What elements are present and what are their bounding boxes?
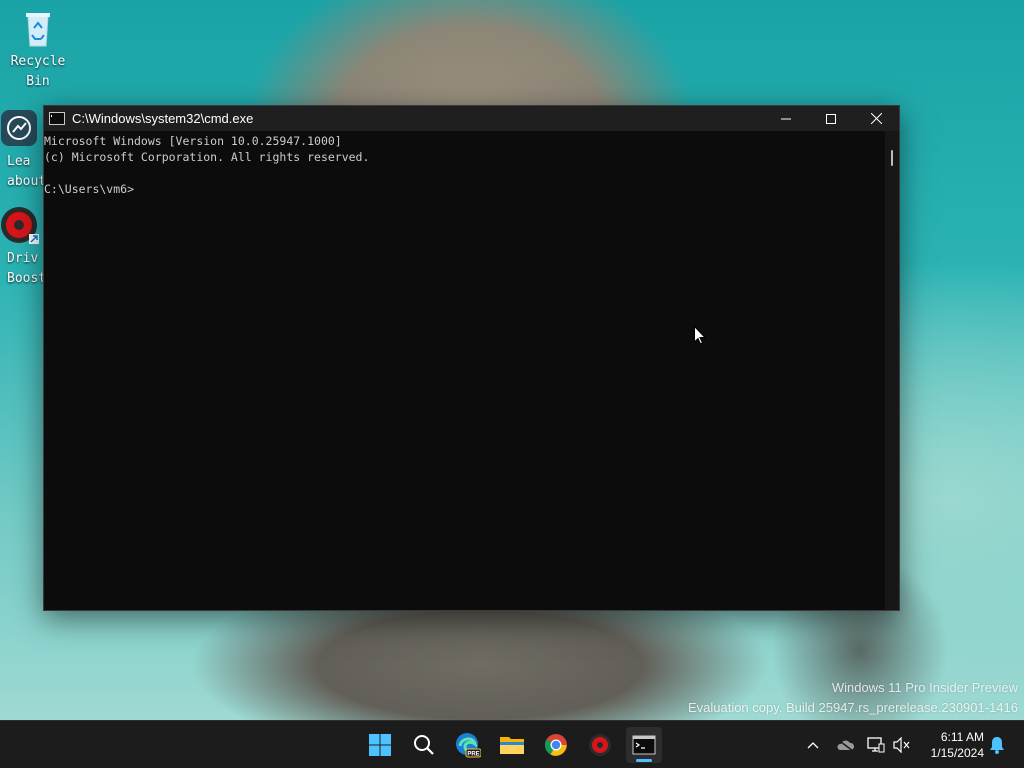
maximize-icon — [826, 113, 836, 124]
edge-pre-icon: PRE — [456, 733, 481, 758]
desktop-icon-recycle-bin[interactable]: Recycle Bin — [0, 8, 76, 92]
taskbar-chrome[interactable] — [538, 727, 574, 763]
close-button[interactable] — [853, 106, 899, 131]
taskbar-command-prompt[interactable] — [626, 727, 662, 763]
mouse-cursor-icon — [694, 325, 707, 350]
volume-tray-button[interactable] — [890, 733, 914, 757]
minimize-icon — [781, 118, 791, 119]
clock[interactable]: 6:11 AM 1/15/2024 — [931, 729, 984, 761]
scrollbar-thumb[interactable] — [891, 150, 893, 166]
cmd-icon — [632, 735, 656, 755]
command-prompt-line[interactable]: C:\Users\vm6> — [44, 181, 885, 197]
minimize-button[interactable] — [763, 106, 809, 131]
chrome-icon — [545, 734, 567, 756]
search-button[interactable] — [406, 727, 442, 763]
folder-icon — [500, 737, 524, 754]
onedrive-tray-button[interactable] — [833, 733, 857, 757]
taskbar-edge-preview[interactable]: PRE — [450, 727, 486, 763]
console-line: (c) Microsoft Corporation. All rights re… — [44, 150, 370, 164]
search-icon — [414, 735, 434, 755]
learn-about-icon — [0, 108, 39, 148]
cmd-window[interactable]: C:\Windows\system32\cmd.exe Microsoft Wi… — [43, 105, 900, 611]
console-line: Microsoft Windows [Version 10.0.25947.10… — [44, 134, 342, 148]
cmd-app-icon — [49, 112, 65, 125]
driver-booster-icon — [589, 734, 611, 756]
edge-pre-badge: PRE — [467, 752, 479, 758]
taskbar-driver-booster[interactable] — [582, 727, 618, 763]
clock-date: 1/15/2024 — [930, 746, 984, 760]
watermark-line: Windows 11 Pro Insider Preview — [831, 680, 1018, 695]
taskbar-file-explorer[interactable] — [494, 727, 530, 763]
taskbar: PRE 6:11 AM 1/15/2024 — [0, 720, 1024, 768]
evaluation-watermark: Windows 11 Pro Insider Preview Evaluatio… — [688, 678, 1018, 718]
cloud-icon — [836, 738, 855, 752]
window-title: C:\Windows\system32\cmd.exe — [72, 111, 254, 126]
console-output[interactable]: Microsoft Windows [Version 10.0.25947.10… — [44, 131, 885, 610]
title-bar[interactable]: C:\Windows\system32\cmd.exe — [44, 106, 899, 131]
clock-time: 6:11 AM — [940, 730, 984, 744]
start-button[interactable] — [362, 727, 398, 763]
close-icon — [870, 113, 882, 124]
recycle-bin-icon — [18, 8, 58, 48]
desktop-icon-label: Recycle — [10, 54, 66, 69]
driver-booster-icon — [0, 205, 39, 245]
active-indicator — [636, 759, 652, 762]
bell-icon — [990, 737, 1004, 754]
watermark-line: Evaluation copy. Build 25947.rs_prerelea… — [687, 700, 1018, 715]
show-hidden-icons-button[interactable] — [801, 733, 825, 757]
volume-muted-icon — [893, 737, 910, 753]
vertical-scrollbar[interactable] — [885, 131, 899, 610]
network-tray-button[interactable] — [864, 733, 888, 757]
chevron-up-icon — [807, 742, 819, 749]
windows-start-icon — [369, 734, 391, 756]
network-icon — [867, 737, 885, 753]
notifications-button[interactable] — [985, 733, 1009, 757]
desktop-icon-label: Bin — [26, 74, 50, 89]
maximize-button[interactable] — [808, 106, 854, 131]
